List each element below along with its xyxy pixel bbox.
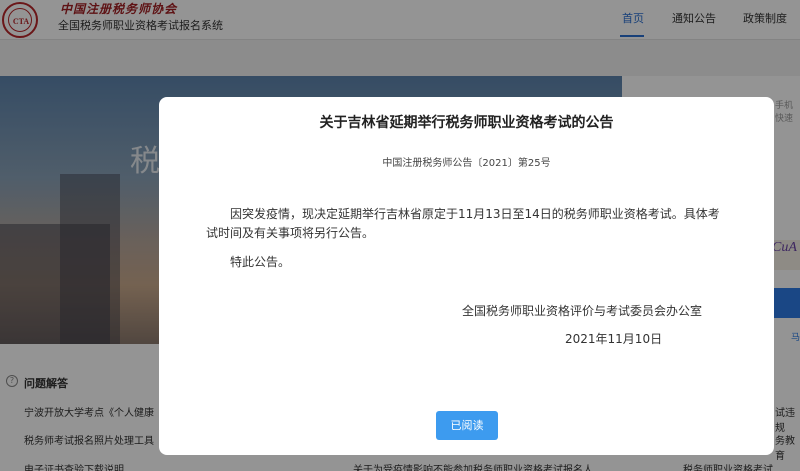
signature: 全国税务师职业资格评价与考试委员会办公室: [462, 304, 703, 318]
announcement-date: 2021年11月10日: [565, 332, 663, 346]
announcement-modal: 关于吉林省延期举行税务师职业资格考试的公告 中国注册税务师公告〔2021〕第25…: [159, 97, 774, 455]
closing-paragraph: 特此公告。: [230, 255, 291, 269]
read-button[interactable]: 已阅读: [436, 411, 498, 440]
modal-body: 因突发疫情，现决定延期举行吉林省原定于11月13日至14日的税务师职业资格考试。…: [206, 205, 724, 272]
modal-title: 关于吉林省延期举行税务师职业资格考试的公告: [319, 115, 614, 131]
notice-number: 中国注册税务师公告〔2021〕第25号: [382, 158, 551, 169]
body-paragraph: 因突发疫情，现决定延期举行吉林省原定于11月13日至14日的税务师职业资格考试。…: [206, 207, 720, 240]
